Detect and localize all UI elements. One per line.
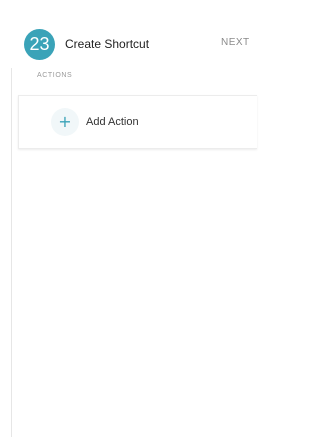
header-bar: 23 Create Shortcut NEXT — [0, 0, 257, 68]
plus-icon[interactable]: + — [51, 108, 79, 136]
actions-section-label: ACTIONS — [37, 72, 73, 79]
add-action-row[interactable]: + Add Action — [18, 95, 257, 149]
next-button[interactable]: NEXT — [221, 37, 250, 48]
page-title: Create Shortcut — [65, 37, 150, 51]
step-number-badge: 23 — [24, 29, 55, 60]
add-action-label: Add Action — [86, 116, 139, 128]
create-shortcut-screen: 23 Create Shortcut NEXT ACTIONS + Add Ac… — [0, 0, 257, 437]
